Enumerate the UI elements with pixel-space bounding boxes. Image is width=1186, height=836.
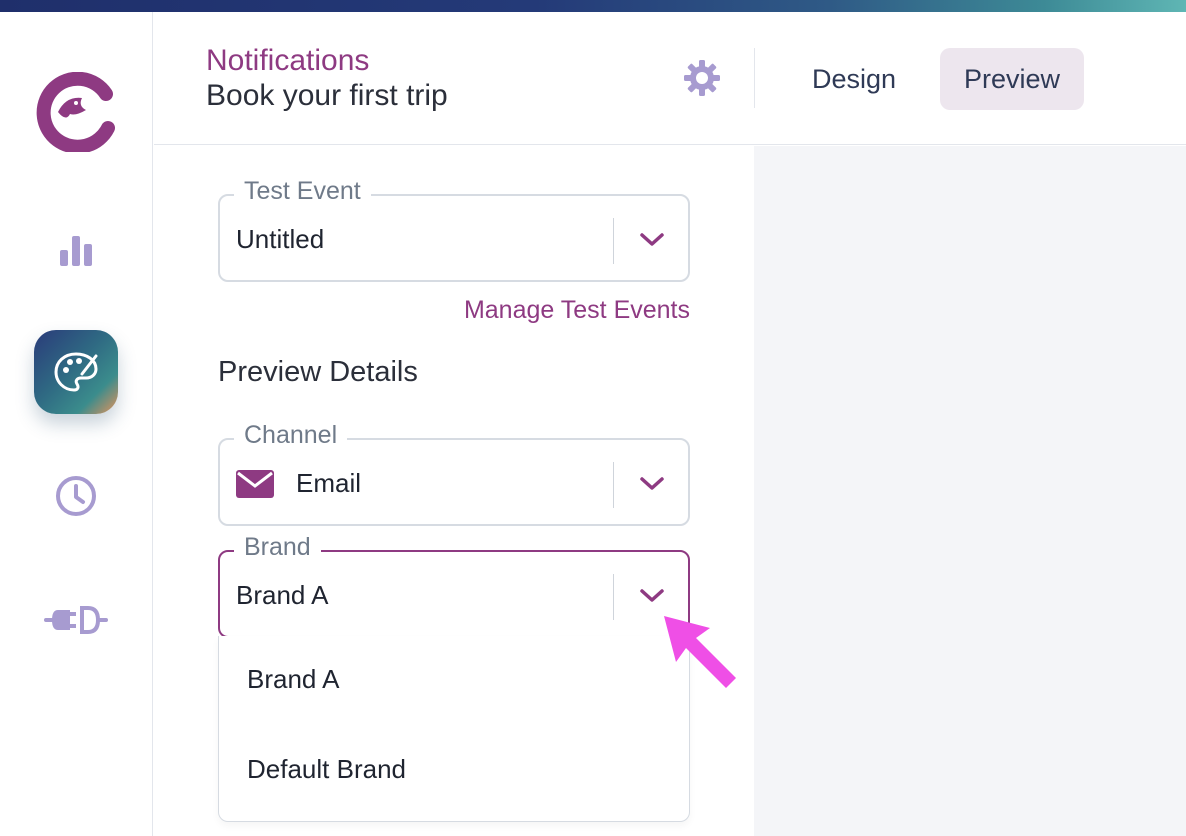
select-separator bbox=[613, 218, 614, 264]
nav-history[interactable] bbox=[46, 466, 106, 526]
channel-label: Channel bbox=[234, 420, 348, 450]
brand-select[interactable]: Brand Brand A bbox=[218, 532, 690, 638]
channel-value-wrap: Email bbox=[236, 468, 361, 499]
test-event-dropdown-toggle[interactable] bbox=[638, 228, 666, 252]
top-gradient-bar bbox=[0, 0, 1186, 12]
tab-preview[interactable]: Preview bbox=[940, 48, 1085, 110]
bar-chart-icon bbox=[60, 236, 92, 266]
select-separator bbox=[613, 574, 614, 620]
brand-option[interactable]: Default Brand bbox=[247, 754, 406, 785]
brand-option[interactable]: Brand A bbox=[247, 664, 340, 695]
manage-test-events-link[interactable]: Manage Test Events bbox=[464, 296, 690, 325]
settings-button[interactable] bbox=[682, 58, 722, 98]
app-logo[interactable] bbox=[36, 72, 116, 152]
select-separator bbox=[613, 462, 614, 508]
chevron-down-icon bbox=[640, 477, 664, 490]
brand-dropdown-toggle[interactable] bbox=[638, 584, 666, 608]
nav-analytics[interactable] bbox=[46, 220, 106, 280]
header-divider bbox=[754, 48, 755, 108]
gear-icon bbox=[684, 60, 720, 96]
mail-icon bbox=[236, 469, 274, 498]
brand-dropdown-menu: Brand A Default Brand bbox=[218, 636, 690, 822]
chevron-down-icon bbox=[640, 233, 664, 246]
preview-settings-panel: Test Event Untitled Manage Test Events P… bbox=[154, 146, 754, 836]
preview-details-heading: Preview Details bbox=[218, 356, 418, 388]
page-header: Notifications Book your first trip Desig… bbox=[154, 12, 1186, 145]
section-title[interactable]: Notifications bbox=[206, 44, 369, 78]
channel-select[interactable]: Channel Email bbox=[218, 420, 690, 526]
test-event-select[interactable]: Test Event Untitled bbox=[218, 176, 690, 282]
chevron-down-icon bbox=[640, 589, 664, 602]
test-event-value: Untitled bbox=[236, 224, 325, 254]
preview-canvas bbox=[754, 146, 1186, 836]
brand-label: Brand bbox=[234, 532, 321, 562]
courier-logo-icon bbox=[36, 72, 115, 152]
page-title: Book your first trip bbox=[206, 79, 448, 112]
channel-dropdown-toggle[interactable] bbox=[638, 472, 666, 496]
nav-rail bbox=[0, 12, 153, 836]
palette-icon bbox=[54, 352, 98, 392]
channel-value: Email bbox=[296, 468, 362, 498]
plug-icon bbox=[44, 606, 108, 634]
clock-icon bbox=[56, 476, 96, 516]
annotation-arrow-icon bbox=[664, 616, 736, 688]
tab-design[interactable]: Design bbox=[788, 48, 920, 110]
test-event-label: Test Event bbox=[234, 176, 371, 206]
nav-designer[interactable] bbox=[34, 330, 118, 414]
nav-integrations[interactable] bbox=[40, 590, 112, 650]
brand-value: Brand A bbox=[236, 580, 329, 610]
